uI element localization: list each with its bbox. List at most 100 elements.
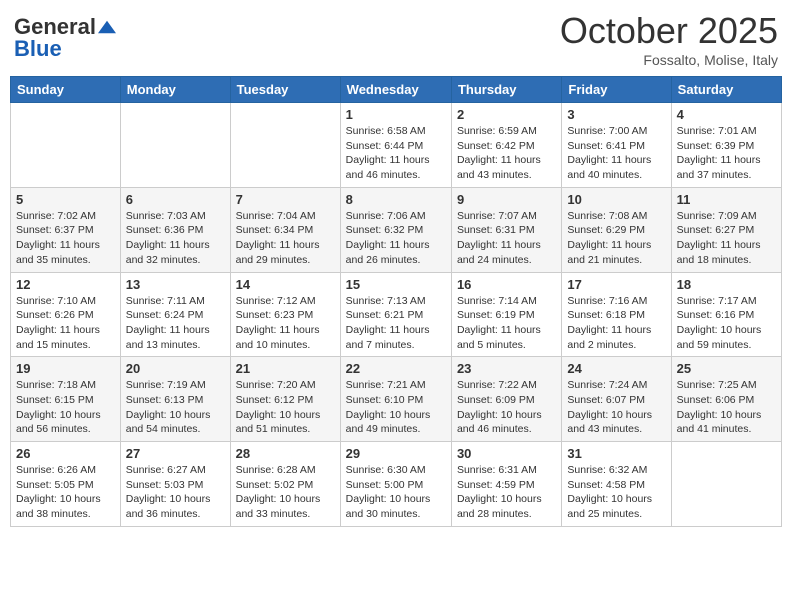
day-number: 6	[126, 192, 225, 207]
calendar-cell: 12 Sunrise: 7:10 AM Sunset: 6:26 PM Dayli…	[11, 272, 121, 357]
calendar-cell: 25 Sunrise: 7:25 AM Sunset: 6:06 PM Dayli…	[671, 357, 781, 442]
day-info: Sunrise: 7:09 AM Sunset: 6:27 PM Dayligh…	[677, 209, 776, 268]
day-info: Sunrise: 7:08 AM Sunset: 6:29 PM Dayligh…	[567, 209, 665, 268]
day-number: 9	[457, 192, 556, 207]
calendar-table: SundayMondayTuesdayWednesdayThursdayFrid…	[10, 76, 782, 527]
day-number: 22	[346, 361, 446, 376]
weekday-header-sunday: Sunday	[11, 77, 121, 103]
calendar-cell: 15 Sunrise: 7:13 AM Sunset: 6:21 PM Dayli…	[340, 272, 451, 357]
day-info: Sunrise: 6:26 AM Sunset: 5:05 PM Dayligh…	[16, 463, 115, 522]
title-block: October 2025 Fossalto, Molise, Italy	[560, 10, 778, 68]
day-number: 17	[567, 277, 665, 292]
calendar-cell: 16Sunrise: 7:14 AM Sunset: 6:19 PM Dayli…	[451, 272, 561, 357]
calendar-cell: 10 Sunrise: 7:08 AM Sunset: 6:29 PM Dayli…	[562, 187, 671, 272]
day-number: 15	[346, 277, 446, 292]
day-number: 31	[567, 446, 665, 461]
calendar-cell: 14Sunrise: 7:12 AM Sunset: 6:23 PM Dayli…	[230, 272, 340, 357]
day-number: 4	[677, 107, 776, 122]
logo-icon	[98, 20, 116, 34]
weekday-header-tuesday: Tuesday	[230, 77, 340, 103]
calendar-week-row: 12 Sunrise: 7:10 AM Sunset: 6:26 PM Dayli…	[11, 272, 782, 357]
logo-blue: Blue	[14, 36, 62, 62]
day-number: 7	[236, 192, 335, 207]
day-number: 28	[236, 446, 335, 461]
day-number: 19	[16, 361, 115, 376]
day-number: 10	[567, 192, 665, 207]
day-info: Sunrise: 7:00 AM Sunset: 6:41 PM Dayligh…	[567, 124, 665, 183]
calendar-cell: 1 Sunrise: 6:58 AM Sunset: 6:44 PM Daylig…	[340, 103, 451, 188]
calendar-cell: 21Sunrise: 7:20 AM Sunset: 6:12 PM Dayli…	[230, 357, 340, 442]
location: Fossalto, Molise, Italy	[560, 52, 778, 68]
calendar-cell	[120, 103, 230, 188]
day-info: Sunrise: 7:13 AM Sunset: 6:21 PM Dayligh…	[346, 294, 446, 353]
day-info: Sunrise: 7:19 AM Sunset: 6:13 PM Dayligh…	[126, 378, 225, 437]
day-info: Sunrise: 6:32 AM Sunset: 4:58 PM Dayligh…	[567, 463, 665, 522]
calendar-cell: 26 Sunrise: 6:26 AM Sunset: 5:05 PM Dayli…	[11, 442, 121, 527]
calendar-cell: 13 Sunrise: 7:11 AM Sunset: 6:24 PM Dayli…	[120, 272, 230, 357]
weekday-header-friday: Friday	[562, 77, 671, 103]
calendar-cell: 29 Sunrise: 6:30 AM Sunset: 5:00 PM Dayli…	[340, 442, 451, 527]
day-number: 13	[126, 277, 225, 292]
day-info: Sunrise: 7:21 AM Sunset: 6:10 PM Dayligh…	[346, 378, 446, 437]
day-info: Sunrise: 7:11 AM Sunset: 6:24 PM Dayligh…	[126, 294, 225, 353]
day-info: Sunrise: 6:30 AM Sunset: 5:00 PM Dayligh…	[346, 463, 446, 522]
day-info: Sunrise: 6:31 AM Sunset: 4:59 PM Dayligh…	[457, 463, 556, 522]
day-info: Sunrise: 7:25 AM Sunset: 6:06 PM Dayligh…	[677, 378, 776, 437]
calendar-cell	[11, 103, 121, 188]
day-info: Sunrise: 6:28 AM Sunset: 5:02 PM Dayligh…	[236, 463, 335, 522]
day-info: Sunrise: 6:58 AM Sunset: 6:44 PM Dayligh…	[346, 124, 446, 183]
day-info: Sunrise: 7:10 AM Sunset: 6:26 PM Dayligh…	[16, 294, 115, 353]
logo: General Blue	[14, 14, 116, 62]
day-number: 29	[346, 446, 446, 461]
day-number: 12	[16, 277, 115, 292]
calendar-cell: 6Sunrise: 7:03 AM Sunset: 6:36 PM Daylig…	[120, 187, 230, 272]
day-info: Sunrise: 7:20 AM Sunset: 6:12 PM Dayligh…	[236, 378, 335, 437]
day-number: 30	[457, 446, 556, 461]
calendar-cell: 11Sunrise: 7:09 AM Sunset: 6:27 PM Dayli…	[671, 187, 781, 272]
weekday-header-saturday: Saturday	[671, 77, 781, 103]
calendar-cell: 8 Sunrise: 7:06 AM Sunset: 6:32 PM Daylig…	[340, 187, 451, 272]
calendar-cell: 3 Sunrise: 7:00 AM Sunset: 6:41 PM Daylig…	[562, 103, 671, 188]
weekday-header-thursday: Thursday	[451, 77, 561, 103]
day-info: Sunrise: 7:12 AM Sunset: 6:23 PM Dayligh…	[236, 294, 335, 353]
calendar-cell: 20 Sunrise: 7:19 AM Sunset: 6:13 PM Dayli…	[120, 357, 230, 442]
day-info: Sunrise: 7:01 AM Sunset: 6:39 PM Dayligh…	[677, 124, 776, 183]
day-number: 3	[567, 107, 665, 122]
day-number: 18	[677, 277, 776, 292]
calendar-cell: 22 Sunrise: 7:21 AM Sunset: 6:10 PM Dayli…	[340, 357, 451, 442]
day-number: 1	[346, 107, 446, 122]
calendar-cell	[230, 103, 340, 188]
day-number: 8	[346, 192, 446, 207]
day-info: Sunrise: 6:59 AM Sunset: 6:42 PM Dayligh…	[457, 124, 556, 183]
month-title: October 2025	[560, 10, 778, 52]
day-info: Sunrise: 7:14 AM Sunset: 6:19 PM Dayligh…	[457, 294, 556, 353]
day-info: Sunrise: 7:22 AM Sunset: 6:09 PM Dayligh…	[457, 378, 556, 437]
calendar-cell: 27 Sunrise: 6:27 AM Sunset: 5:03 PM Dayli…	[120, 442, 230, 527]
day-number: 27	[126, 446, 225, 461]
day-info: Sunrise: 6:27 AM Sunset: 5:03 PM Dayligh…	[126, 463, 225, 522]
day-number: 20	[126, 361, 225, 376]
weekday-header-wednesday: Wednesday	[340, 77, 451, 103]
calendar-week-row: 1 Sunrise: 6:58 AM Sunset: 6:44 PM Daylig…	[11, 103, 782, 188]
calendar-cell	[671, 442, 781, 527]
day-number: 25	[677, 361, 776, 376]
day-number: 23	[457, 361, 556, 376]
day-number: 26	[16, 446, 115, 461]
calendar-cell: 19 Sunrise: 7:18 AM Sunset: 6:15 PM Dayli…	[11, 357, 121, 442]
calendar-week-row: 5Sunrise: 7:02 AM Sunset: 6:37 PM Daylig…	[11, 187, 782, 272]
day-number: 5	[16, 192, 115, 207]
calendar-cell: 2Sunrise: 6:59 AM Sunset: 6:42 PM Daylig…	[451, 103, 561, 188]
day-info: Sunrise: 7:17 AM Sunset: 6:16 PM Dayligh…	[677, 294, 776, 353]
calendar-cell: 17 Sunrise: 7:16 AM Sunset: 6:18 PM Dayli…	[562, 272, 671, 357]
day-info: Sunrise: 7:06 AM Sunset: 6:32 PM Dayligh…	[346, 209, 446, 268]
day-info: Sunrise: 7:04 AM Sunset: 6:34 PM Dayligh…	[236, 209, 335, 268]
calendar-cell: 7 Sunrise: 7:04 AM Sunset: 6:34 PM Daylig…	[230, 187, 340, 272]
calendar-cell: 5Sunrise: 7:02 AM Sunset: 6:37 PM Daylig…	[11, 187, 121, 272]
day-number: 24	[567, 361, 665, 376]
day-info: Sunrise: 7:16 AM Sunset: 6:18 PM Dayligh…	[567, 294, 665, 353]
weekday-header-monday: Monday	[120, 77, 230, 103]
day-info: Sunrise: 7:18 AM Sunset: 6:15 PM Dayligh…	[16, 378, 115, 437]
calendar-cell: 18 Sunrise: 7:17 AM Sunset: 6:16 PM Dayli…	[671, 272, 781, 357]
calendar-cell: 31 Sunrise: 6:32 AM Sunset: 4:58 PM Dayli…	[562, 442, 671, 527]
calendar-cell: 23 Sunrise: 7:22 AM Sunset: 6:09 PM Dayli…	[451, 357, 561, 442]
